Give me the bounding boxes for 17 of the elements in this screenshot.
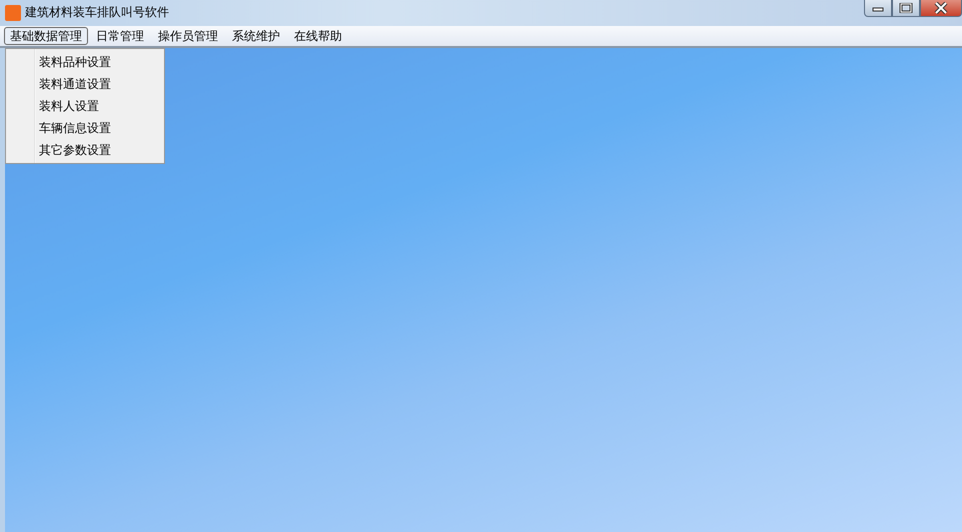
menu-item[interactable]: 在线帮助 bbox=[288, 27, 348, 45]
menu-item[interactable]: 系统维护 bbox=[226, 27, 286, 45]
menu-item[interactable]: 日常管理 bbox=[90, 27, 150, 45]
dropdown-item[interactable]: 装料人设置 bbox=[6, 95, 164, 117]
minimize-button[interactable] bbox=[864, 0, 892, 17]
maximize-button[interactable] bbox=[892, 0, 920, 17]
maximize-icon bbox=[899, 3, 913, 13]
window-title: 建筑材料装车排队叫号软件 bbox=[25, 5, 169, 19]
close-button[interactable] bbox=[920, 0, 962, 17]
dropdown-item[interactable]: 其它参数设置 bbox=[6, 139, 164, 161]
app-icon bbox=[5, 5, 21, 21]
dropdown-item[interactable]: 车辆信息设置 bbox=[6, 117, 164, 139]
dropdown-item[interactable]: 装料通道设置 bbox=[6, 73, 164, 95]
close-icon bbox=[934, 2, 948, 14]
menu-item[interactable]: 操作员管理 bbox=[152, 27, 224, 45]
dropdown-item[interactable]: 装料品种设置 bbox=[6, 51, 164, 73]
menu-item[interactable]: 基础数据管理 bbox=[4, 27, 88, 45]
